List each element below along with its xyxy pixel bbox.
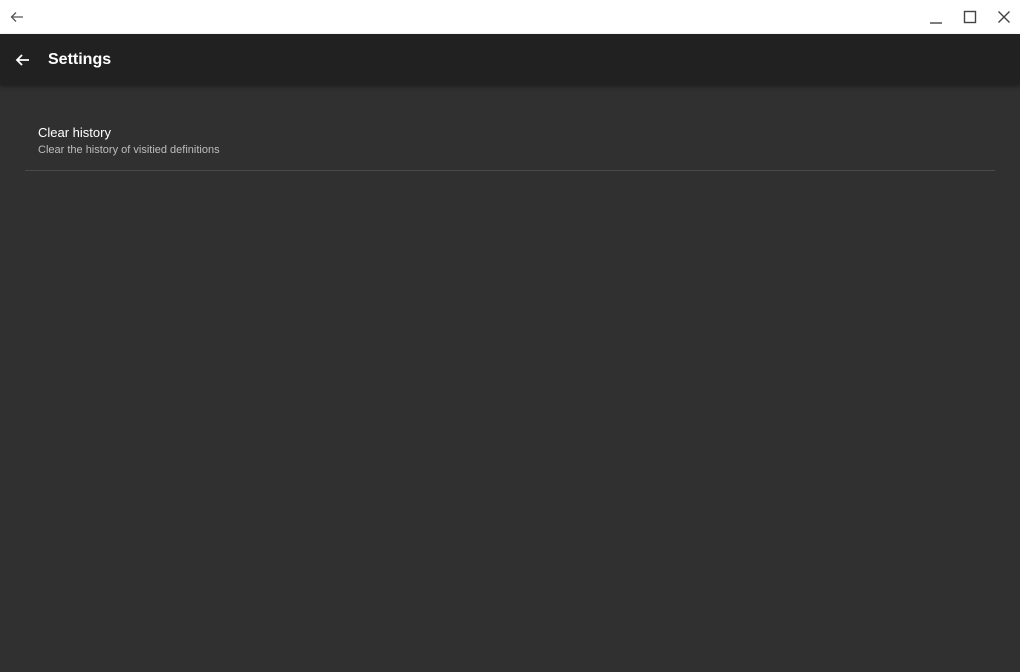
- navigate-up-button[interactable]: [14, 51, 32, 69]
- arrow-left-icon: [15, 54, 29, 66]
- app-bar: Settings: [0, 34, 1020, 85]
- preference-title: Clear history: [38, 125, 111, 140]
- maximize-button[interactable]: [962, 8, 978, 26]
- preference-summary: Clear the history of visitied definition…: [38, 144, 220, 156]
- settings-content: Clear history Clear the history of visit…: [0, 85, 1020, 672]
- page-title: Settings: [48, 51, 112, 68]
- minimize-icon: [930, 22, 942, 24]
- arrow-left-icon: [10, 12, 23, 22]
- window-title-bar: [0, 0, 1020, 34]
- window-controls: [928, 8, 1012, 26]
- minimize-button[interactable]: [928, 8, 944, 26]
- close-button[interactable]: [996, 8, 1012, 26]
- close-icon: [998, 11, 1010, 23]
- maximize-icon: [963, 10, 977, 24]
- window-back-button[interactable]: [9, 9, 25, 25]
- clear-history-preference[interactable]: Clear history Clear the history of visit…: [25, 113, 995, 171]
